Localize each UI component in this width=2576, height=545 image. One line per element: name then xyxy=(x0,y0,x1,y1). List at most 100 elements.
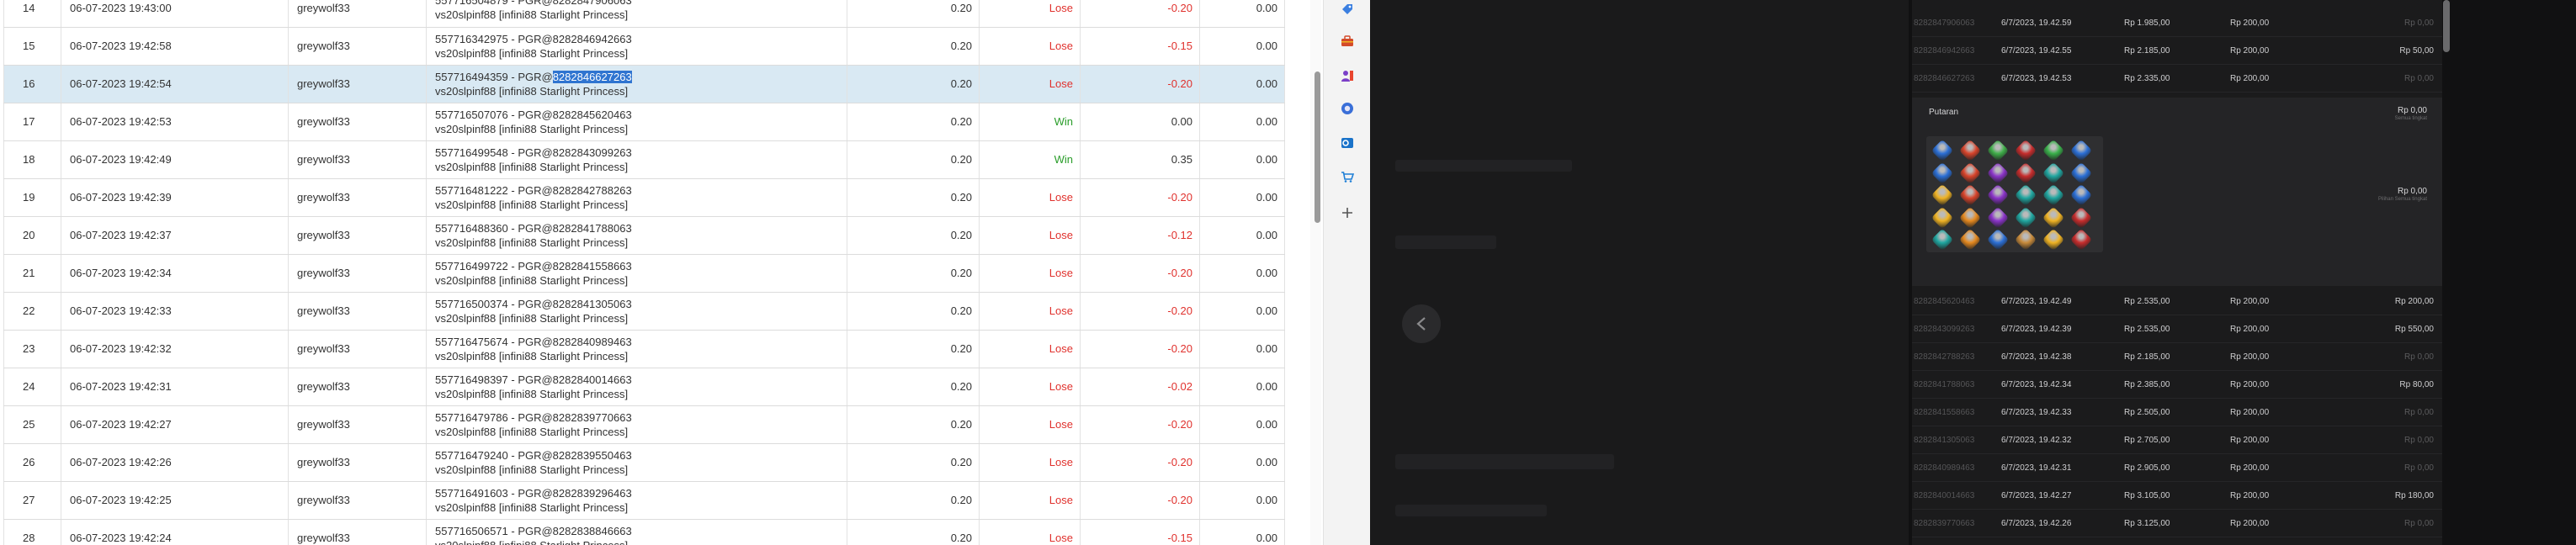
row-win-loss: -0.20 xyxy=(1080,481,1200,520)
circle-app-icon[interactable] xyxy=(1338,99,1357,118)
table-row[interactable]: 15 06-07-2023 19:42:58 greywolf33 557716342… xyxy=(3,27,1285,66)
plus-icon[interactable] xyxy=(1338,204,1357,222)
row-username: greywolf33 xyxy=(288,178,427,217)
row-bet-amount: 0.20 xyxy=(847,368,980,406)
row-bet-amount: 0.20 xyxy=(847,27,980,66)
row-result: Lose xyxy=(979,330,1081,368)
table-row[interactable]: 26 06-07-2023 19:42:26 greywolf33 557716479… xyxy=(3,443,1285,482)
row-description[interactable]: 557716479240 - PGR@8282839550463 vs20slpi… xyxy=(426,443,847,482)
history-row[interactable]: 8282847906063 6/7/2023, 19.42.59 Rp 1.985,… xyxy=(1912,9,2442,37)
row-datetime: 06-07-2023 19:42:37 xyxy=(61,216,289,255)
row-description[interactable]: 557716488360 - PGR@8282841788063 vs20slpi… xyxy=(426,216,847,255)
description-line-2: vs20slpinf88 [infini88 Starlight Princes… xyxy=(435,538,629,545)
row-number: 16 xyxy=(3,65,61,103)
row-description[interactable]: 557716499722 - PGR@8282841558663 vs20slpi… xyxy=(426,254,847,293)
row-description[interactable]: 557716479786 - PGR@8282839770663 vs20slpi… xyxy=(426,405,847,444)
transaction-id: 557716499548 - PGR@8282843099263 xyxy=(435,146,632,159)
description-line-1: 557716479786 - PGR@8282839770663 xyxy=(435,410,840,425)
history-round-id: 8282843099263 xyxy=(1914,324,1975,334)
history-bet: Rp 200,00 xyxy=(2230,435,2270,445)
history-row[interactable]: 8282843099263 6/7/2023, 19.42.39 Rp 2.535,… xyxy=(1912,315,2442,343)
row-number: 24 xyxy=(3,368,61,406)
row-description[interactable]: 557716491603 - PGR@8282839296463 vs20slpi… xyxy=(426,481,847,520)
history-row[interactable]: 8282841788063 6/7/2023, 19.42.34 Rp 2.385,… xyxy=(1912,371,2442,399)
table-scrollbar-thumb[interactable] xyxy=(1315,71,1320,223)
transaction-id: 557716488360 - PGR@8282841788063 xyxy=(435,221,632,235)
back-arrow-button[interactable] xyxy=(1402,304,1441,343)
history-balance: Rp 2.505,00 xyxy=(2124,407,2170,417)
history-row[interactable]: 8282841558663 6/7/2023, 19.42.33 Rp 2.505,… xyxy=(1912,399,2442,426)
history-datetime: 6/7/2023, 19.42.55 xyxy=(2001,45,2072,56)
table-row[interactable]: 27 06-07-2023 19:42:25 greywolf33 557716491… xyxy=(3,481,1285,520)
history-row[interactable]: 8282846627263 6/7/2023, 19.42.53 Rp 2.335,… xyxy=(1912,65,2442,93)
row-description[interactable]: 557716475674 - PGR@8282840989463 vs20slpi… xyxy=(426,330,847,368)
history-row[interactable]: 8282842788263 6/7/2023, 19.42.38 Rp 2.185,… xyxy=(1912,343,2442,371)
row-win-loss: -0.20 xyxy=(1080,65,1200,103)
row-datetime: 06-07-2023 19:42:54 xyxy=(61,65,289,103)
selected-text[interactable]: 8282846627263 xyxy=(552,70,632,83)
slot-reel-grid xyxy=(1926,136,2103,252)
table-row[interactable]: 22 06-07-2023 19:42:33 greywolf33 557716500… xyxy=(3,292,1285,331)
row-number: 26 xyxy=(3,443,61,482)
table-row[interactable]: 18 06-07-2023 19:42:49 greywolf33 557716499… xyxy=(3,140,1285,179)
row-result: Win xyxy=(979,140,1081,179)
table-row[interactable]: 21 06-07-2023 19:42:34 greywolf33 557716499… xyxy=(3,254,1285,293)
row-result: Win xyxy=(979,103,1081,141)
row-description[interactable]: 557716500374 - PGR@8282841305063 vs20slpi… xyxy=(426,292,847,331)
row-balance: 0.00 xyxy=(1199,254,1285,293)
history-row[interactable]: 8282840014663 6/7/2023, 19.42.27 Rp 3.105,… xyxy=(1912,482,2442,510)
row-result: Lose xyxy=(979,519,1081,545)
row-datetime: 06-07-2023 19:42:24 xyxy=(61,519,289,545)
row-bet-amount: 0.20 xyxy=(847,65,980,103)
history-row[interactable]: 8282841305063 6/7/2023, 19.42.32 Rp 2.705,… xyxy=(1912,426,2442,454)
tag-icon[interactable] xyxy=(1338,0,1357,19)
history-datetime: 6/7/2023, 19.42.39 xyxy=(2001,324,2072,334)
row-description[interactable]: 557716498397 - PGR@8282840014663 vs20slpi… xyxy=(426,368,847,406)
table-row[interactable]: 17 06-07-2023 19:42:53 greywolf33 557716507… xyxy=(3,103,1285,141)
placeholder-bar xyxy=(1395,160,1572,172)
table-row[interactable]: 25 06-07-2023 19:42:27 greywolf33 557716479… xyxy=(3,405,1285,444)
row-datetime: 06-07-2023 19:42:53 xyxy=(61,103,289,141)
gem-symbol-icon xyxy=(2042,228,2065,251)
gem-symbol-icon xyxy=(1931,228,1954,251)
history-balance: Rp 2.185,00 xyxy=(2124,352,2170,362)
gem-symbol-icon xyxy=(2014,206,2037,229)
row-result: Lose xyxy=(979,0,1081,28)
row-description[interactable]: 557716506571 - PGR@8282838846663 vs20slpi… xyxy=(426,519,847,545)
row-description[interactable]: 557716481222 - PGR@8282842788263 vs20slpi… xyxy=(426,178,847,217)
row-description[interactable]: 557716494359 - PGR@8282846627263 vs20slpi… xyxy=(426,65,847,103)
toolbox-icon[interactable] xyxy=(1338,32,1357,50)
table-row[interactable]: 16 06-07-2023 19:42:54 greywolf33 557716494… xyxy=(3,65,1285,103)
row-datetime: 06-07-2023 19:42:32 xyxy=(61,330,289,368)
person-games-icon[interactable] xyxy=(1338,66,1357,85)
row-balance: 0.00 xyxy=(1199,519,1285,545)
table-row[interactable]: 23 06-07-2023 19:42:32 greywolf33 557716475… xyxy=(3,330,1285,368)
row-description[interactable]: 557716507076 - PGR@8282845620463 vs20slpi… xyxy=(426,103,847,141)
table-row[interactable]: 19 06-07-2023 19:42:39 greywolf33 557716481… xyxy=(3,178,1285,217)
gem-symbol-icon xyxy=(1958,206,1982,229)
description-line-1: 557716488360 - PGR@8282841788063 xyxy=(435,221,840,235)
history-row[interactable]: 8282840989463 6/7/2023, 19.42.31 Rp 2.905,… xyxy=(1912,454,2442,482)
gem-symbol-icon xyxy=(2042,139,2065,162)
table-row[interactable]: 20 06-07-2023 19:42:37 greywolf33 557716488… xyxy=(3,216,1285,255)
row-description[interactable]: 557716504879 - PGR@8282847906063 vs20slpi… xyxy=(426,0,847,28)
description-line-2: vs20slpinf88 [infini88 Starlight Princes… xyxy=(435,311,629,325)
row-bet-amount: 0.20 xyxy=(847,103,980,141)
gem-symbol-icon xyxy=(1958,161,1982,184)
table-row[interactable]: 14 06-07-2023 19:43:00 greywolf33 557716504… xyxy=(3,0,1285,28)
history-row[interactable]: 8282845620463 6/7/2023, 19.42.49 Rp 2.535,… xyxy=(1912,288,2442,315)
description-line-2: vs20slpinf88 [infini88 Starlight Princes… xyxy=(435,387,629,400)
row-description[interactable]: 557716342975 - PGR@8282846942663 vs20slpi… xyxy=(426,27,847,66)
outlook-icon[interactable] xyxy=(1338,134,1357,152)
history-round-id: 8282840989463 xyxy=(1914,463,1975,473)
transaction-id: 557716506571 - PGR@8282838846663 xyxy=(435,524,632,537)
row-description[interactable]: 557716499548 - PGR@8282843099263 vs20slpi… xyxy=(426,140,847,179)
shopping-cart-icon[interactable] xyxy=(1338,167,1357,186)
table-row[interactable]: 24 06-07-2023 19:42:31 greywolf33 557716498… xyxy=(3,368,1285,406)
table-row[interactable]: 28 06-07-2023 19:42:24 greywolf33 557716506… xyxy=(3,519,1285,545)
history-row[interactable]: 8282839770663 6/7/2023, 19.42.26 Rp 3.125,… xyxy=(1912,510,2442,537)
history-row[interactable]: 8282846942663 6/7/2023, 19.42.55 Rp 2.185,… xyxy=(1912,37,2442,65)
row-username: greywolf33 xyxy=(288,0,427,28)
history-scrollbar-thumb[interactable] xyxy=(2443,0,2450,52)
description-line-1: 557716491603 - PGR@8282839296463 xyxy=(435,486,840,500)
